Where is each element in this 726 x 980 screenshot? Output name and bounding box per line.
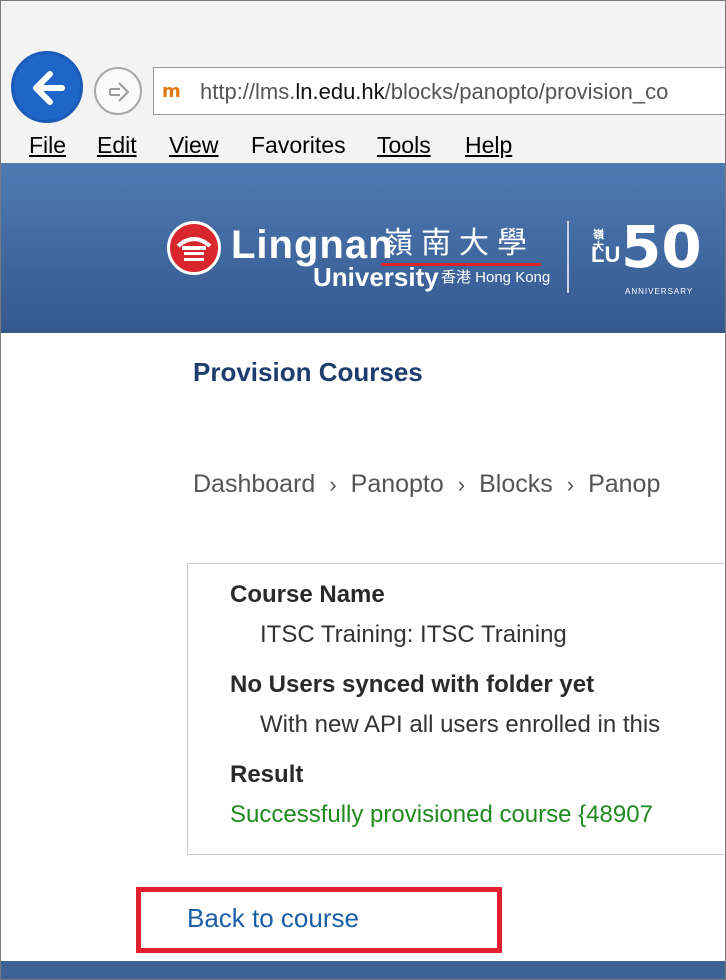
forward-button[interactable] bbox=[94, 67, 142, 115]
anniversary-number: 50 bbox=[621, 213, 702, 281]
course-name-value: ITSC Training: ITSC Training bbox=[260, 621, 567, 648]
breadcrumb-panopto-block[interactable]: Panop bbox=[588, 470, 660, 498]
menu-help[interactable]: Help bbox=[465, 131, 512, 159]
menu-edit[interactable]: Edit bbox=[97, 131, 137, 159]
logo-university: University bbox=[313, 262, 439, 292]
menu-tools[interactable]: Tools bbox=[377, 131, 431, 159]
provision-result-panel: Course Name ITSC Training: ITSC Training… bbox=[187, 563, 725, 855]
menu-view[interactable]: View bbox=[169, 131, 218, 159]
breadcrumb-separator-icon: › bbox=[566, 472, 575, 497]
breadcrumb-dashboard[interactable]: Dashboard bbox=[193, 470, 315, 498]
menu-bar: File Edit View Favorites Tools Help bbox=[1, 127, 725, 163]
back-arrow-icon bbox=[33, 71, 65, 105]
browser-window: m http://lms.ln.edu.hk/blocks/panopto/pr… bbox=[0, 0, 726, 980]
breadcrumb-separator-icon: › bbox=[457, 472, 466, 497]
logo-location: 香港 Hong Kong bbox=[441, 269, 551, 286]
logo-name-en: Lingnan bbox=[231, 223, 394, 267]
menu-file[interactable]: File bbox=[29, 131, 66, 159]
logo-name-zh: 嶺南大學 bbox=[383, 227, 535, 260]
forward-arrow-icon bbox=[109, 82, 129, 102]
menu-favorites[interactable]: Favorites bbox=[251, 131, 346, 159]
browser-chrome: m http://lms.ln.edu.hk/blocks/panopto/pr… bbox=[1, 1, 725, 163]
back-button[interactable] bbox=[11, 51, 83, 123]
breadcrumb-separator-icon: › bbox=[329, 472, 337, 497]
anniversary-lu: LU bbox=[591, 242, 621, 267]
course-name-label: Course Name bbox=[230, 581, 385, 608]
address-bar[interactable]: m http://lms.ln.edu.hk/blocks/panopto/pr… bbox=[153, 67, 725, 115]
anniversary-label: ANNIVERSARY bbox=[625, 287, 694, 296]
breadcrumb-blocks[interactable]: Blocks bbox=[479, 470, 553, 498]
lingnan-logo-icon[interactable] bbox=[167, 221, 221, 275]
url-prefix: http://lms. bbox=[200, 79, 296, 104]
footer-bar bbox=[1, 961, 725, 979]
highlight-box bbox=[136, 887, 502, 953]
breadcrumb-panopto[interactable]: Panopto bbox=[351, 470, 444, 498]
url-text: http://lms.ln.edu.hk/blocks/panopto/prov… bbox=[200, 78, 668, 106]
url-domain: ln.edu.hk bbox=[295, 79, 385, 104]
users-value: With new API all users enrolled in this bbox=[260, 711, 661, 738]
site-favicon-icon: m bbox=[162, 81, 181, 102]
result-value: Successfully provisioned course {48907 bbox=[230, 801, 653, 828]
users-label: No Users synced with folder yet bbox=[230, 671, 595, 698]
breadcrumb: Dashboard › Panopto › Blocks › Panop bbox=[193, 469, 660, 500]
result-label: Result bbox=[230, 761, 304, 788]
banner-divider bbox=[567, 221, 569, 293]
page-title: Provision Courses bbox=[193, 357, 423, 387]
url-suffix: /blocks/panopto/provision_co bbox=[384, 79, 669, 104]
